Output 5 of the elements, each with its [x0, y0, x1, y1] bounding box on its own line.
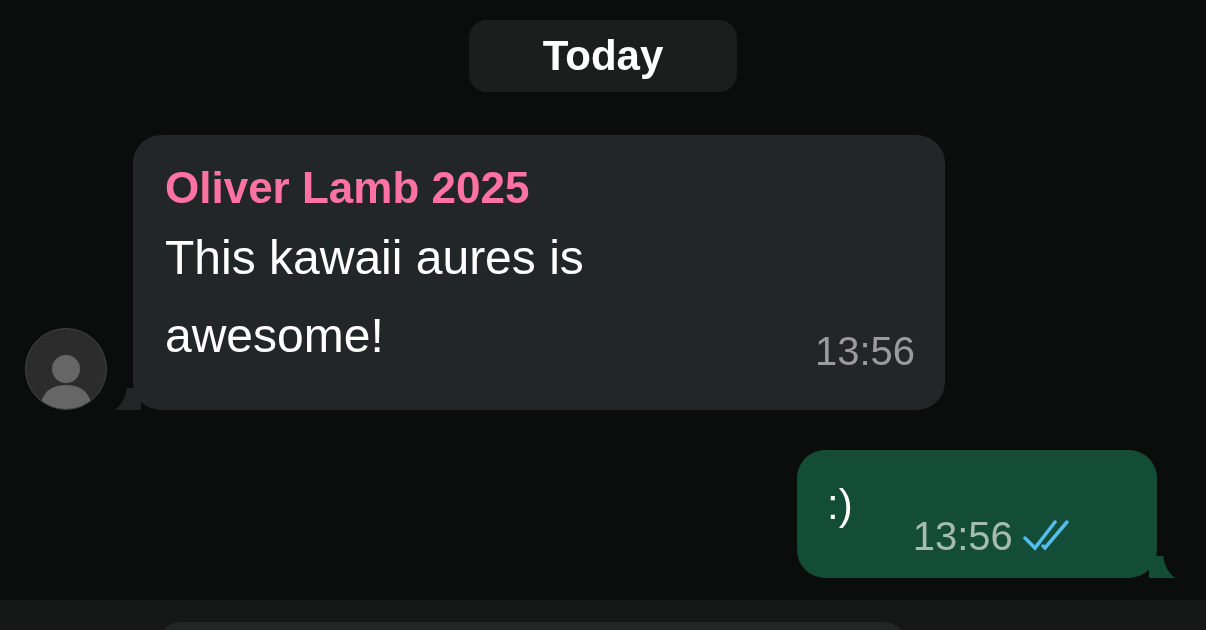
sender-name: Oliver Lamb 2025 [165, 162, 531, 214]
message-time: 13:56 [912, 513, 1013, 560]
message-text: This kawaii aures is awesome! [165, 230, 585, 364]
message-text: :) [827, 481, 853, 529]
message-time: 13:56 [814, 328, 915, 375]
